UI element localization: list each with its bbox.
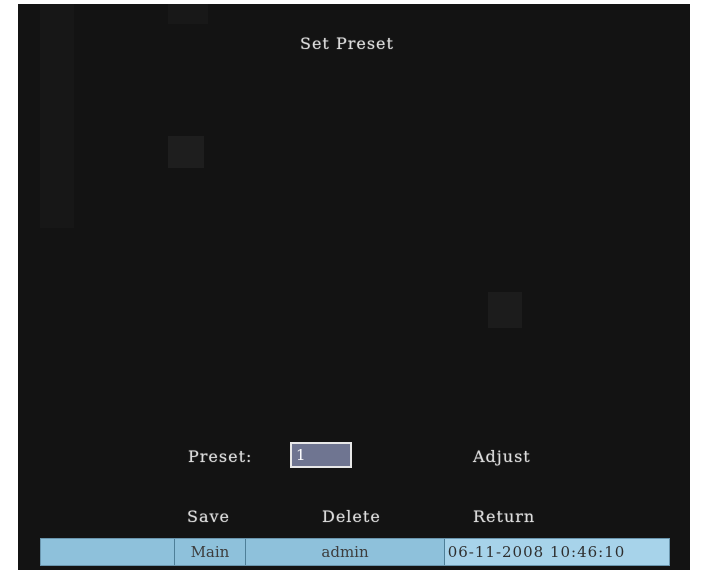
status-bar-user: admin: [246, 539, 445, 565]
video-artifact-block: [168, 136, 204, 168]
video-artifact-strip: [168, 4, 208, 24]
return-button[interactable]: Return: [473, 507, 535, 526]
preset-number-input[interactable]: 1: [290, 442, 352, 468]
dvr-osd-screen: Set Preset Preset: 1 Adjust Save Delete …: [18, 4, 690, 570]
status-bar: Main admin 06-11-2008 10:46:10: [40, 538, 670, 566]
preset-label: Preset:: [188, 447, 253, 466]
video-artifact-left-band: [40, 4, 74, 228]
status-bar-datetime: 06-11-2008 10:46:10: [444, 539, 669, 565]
delete-button[interactable]: Delete: [322, 507, 381, 526]
adjust-button[interactable]: Adjust: [473, 447, 531, 466]
page-title: Set Preset: [300, 34, 394, 53]
status-bar-spacer: [41, 539, 175, 565]
save-button[interactable]: Save: [187, 507, 230, 526]
video-artifact-block: [488, 292, 522, 328]
status-bar-menu: Main: [175, 539, 247, 565]
